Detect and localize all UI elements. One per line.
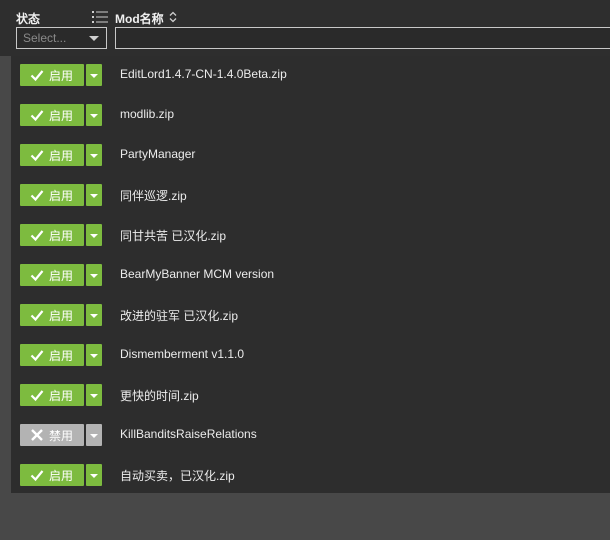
- status-toggle-button[interactable]: 启用: [20, 64, 84, 86]
- status-toggle-button[interactable]: 启用: [20, 464, 84, 486]
- chevron-down-icon: [90, 274, 98, 278]
- status-dropdown-button[interactable]: [86, 64, 102, 86]
- chevron-down-icon: [90, 354, 98, 358]
- status-dropdown-button[interactable]: [86, 184, 102, 206]
- sort-icon[interactable]: [168, 11, 178, 23]
- status-toggle-button[interactable]: 启用: [20, 384, 84, 406]
- status-dropdown-button[interactable]: [86, 104, 102, 126]
- status-toggle-button[interactable]: 启用: [20, 224, 84, 246]
- check-icon: [30, 110, 44, 122]
- status-filter-placeholder: Select...: [23, 31, 67, 45]
- table-header: 状态 Mod名称 Select...: [0, 0, 610, 56]
- chevron-down-icon: [90, 114, 98, 118]
- list-item: 启用 EditLord1.4.7-CN-1.4.0Beta.zip: [11, 56, 610, 96]
- status-toggle-button[interactable]: 启用: [20, 144, 84, 166]
- status-toggle-button[interactable]: 启用: [20, 104, 84, 126]
- mod-name: 同伴巡逻.zip: [120, 189, 187, 203]
- status-toggle-label: 启用: [49, 68, 74, 83]
- check-icon: [30, 310, 44, 322]
- mod-name: 更快的时间.zip: [120, 389, 199, 403]
- status-column-label: 状态: [16, 12, 41, 26]
- status-toggle-button[interactable]: 启用: [20, 344, 84, 366]
- mod-name: 自动买卖，已汉化.zip: [120, 469, 235, 483]
- mod-name: modlib.zip: [120, 107, 175, 121]
- status-dropdown-button[interactable]: [86, 424, 102, 446]
- mod-name: PartyManager: [120, 147, 196, 161]
- status-toggle-label: 启用: [49, 188, 74, 203]
- check-icon: [30, 150, 44, 162]
- mod-name: Dismemberment v1.1.0: [120, 347, 245, 361]
- chevron-down-icon: [90, 154, 98, 158]
- status-filter-select[interactable]: Select...: [16, 27, 107, 49]
- list-item: 启用 更快的时间.zip: [11, 376, 610, 416]
- chevron-down-icon: [90, 474, 98, 478]
- x-icon: [31, 429, 43, 441]
- status-dropdown-button[interactable]: [86, 384, 102, 406]
- list-item: 启用 PartyManager: [11, 136, 610, 176]
- list-item: 启用 同甘共苦 已汉化.zip: [11, 216, 610, 256]
- list-item: 启用 BearMyBanner MCM version: [11, 256, 610, 296]
- mod-name: KillBanditsRaiseRelations: [120, 427, 257, 441]
- status-dropdown-button[interactable]: [86, 304, 102, 326]
- check-icon: [30, 190, 44, 202]
- check-icon: [30, 70, 44, 82]
- mod-name-column-label[interactable]: Mod名称: [115, 10, 164, 27]
- chevron-down-icon: [90, 394, 98, 398]
- mod-name: 同甘共苦 已汉化.zip: [120, 229, 227, 243]
- mod-name: 改进的驻军 已汉化.zip: [120, 309, 239, 323]
- chevron-down-icon: [90, 234, 98, 238]
- status-dropdown-button[interactable]: [86, 224, 102, 246]
- mod-name: BearMyBanner MCM version: [120, 267, 275, 281]
- status-toggle-label: 启用: [49, 268, 74, 283]
- list-item: 启用 modlib.zip: [11, 96, 610, 136]
- status-toggle-button[interactable]: 启用: [20, 184, 84, 206]
- status-toggle-label: 启用: [49, 468, 74, 483]
- chevron-down-icon: [90, 314, 98, 318]
- chevron-down-icon: [90, 194, 98, 198]
- list-item: 启用 同伴巡逻.zip: [11, 176, 610, 216]
- list-item: 启用 自动买卖，已汉化.zip: [11, 456, 610, 496]
- status-toggle-label: 启用: [49, 388, 74, 403]
- mod-name-filter-input[interactable]: [115, 27, 610, 49]
- status-toggle-label: 启用: [49, 148, 74, 163]
- status-toggle-label: 禁用: [49, 428, 74, 443]
- list-item: 禁用 KillBanditsRaiseRelations: [11, 416, 610, 456]
- chevron-down-icon: [90, 434, 98, 438]
- status-toggle-label: 启用: [49, 108, 74, 123]
- status-toggle-button[interactable]: 启用: [20, 304, 84, 326]
- check-icon: [30, 270, 44, 282]
- status-dropdown-button[interactable]: [86, 264, 102, 286]
- check-icon: [30, 390, 44, 402]
- status-toggle-button[interactable]: 启用: [20, 264, 84, 286]
- mod-name: EditLord1.4.7-CN-1.4.0Beta.zip: [120, 67, 287, 81]
- status-toggle-label: 启用: [49, 228, 74, 243]
- chevron-down-icon: [89, 36, 99, 41]
- check-icon: [30, 350, 44, 362]
- status-dropdown-button[interactable]: [86, 344, 102, 366]
- check-icon: [30, 470, 44, 482]
- list-item: 启用 改进的驻军 已汉化.zip: [11, 296, 610, 336]
- mod-list: 启用 EditLord1.4.7-CN-1.4.0Beta.zip 启用 modlib…: [11, 56, 610, 493]
- check-icon: [30, 230, 44, 242]
- status-toggle-label: 启用: [49, 308, 74, 323]
- status-dropdown-button[interactable]: [86, 464, 102, 486]
- status-toggle-button[interactable]: 禁用: [20, 424, 84, 446]
- chevron-down-icon: [90, 74, 98, 78]
- status-dropdown-button[interactable]: [86, 144, 102, 166]
- status-toggle-label: 启用: [49, 348, 74, 363]
- list-icon[interactable]: [92, 10, 108, 24]
- list-item: 启用 Dismemberment v1.1.0: [11, 336, 610, 376]
